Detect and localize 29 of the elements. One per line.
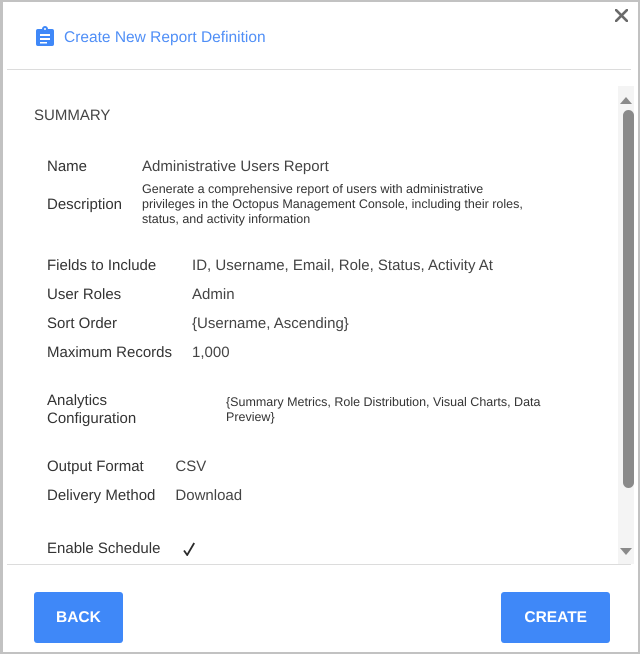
- field-value: CSV: [175, 457, 208, 477]
- field-label: Fields to Include: [47, 256, 158, 276]
- section-heading: SUMMARY: [34, 106, 112, 126]
- field-value: Generate a comprehensive report of users with administrative privileges in the Octopus Management Console, including their roles, status, and activity information: [142, 182, 524, 227]
- field-value: Download: [175, 486, 244, 506]
- field-value: ID, Username, Email, Role, Status, Activity At: [192, 256, 494, 276]
- scroll-up-icon[interactable]: [620, 97, 632, 104]
- field-value: Administrative Users Report: [142, 157, 330, 177]
- field-label: User Roles: [47, 285, 122, 305]
- close-button[interactable]: [615, 9, 628, 22]
- field-label: Analytics Configuration: [47, 392, 138, 428]
- field-value: Admin: [192, 285, 236, 305]
- dialog-button[interactable]: BACK: [34, 592, 123, 643]
- field-label: Enable Schedule: [47, 539, 160, 559]
- field-label: Sort Order: [47, 314, 118, 334]
- scrollbar-thumb[interactable]: [623, 110, 634, 488]
- clipboard-icon: [36, 26, 54, 46]
- field-label: Description: [47, 194, 122, 214]
- field-label: Delivery Method: [47, 486, 156, 506]
- field-label: Maximum Records: [47, 343, 172, 363]
- field-value: {Username, Ascending}: [192, 314, 350, 334]
- field-label: Output Format: [47, 457, 145, 477]
- dialog-button[interactable]: CREATE: [501, 592, 610, 643]
- close-icon: [615, 9, 628, 22]
- scroll-down-icon[interactable]: [620, 548, 632, 555]
- field-value: 1,000: [192, 343, 231, 363]
- dialog-title: Create New Report Definition: [64, 29, 266, 47]
- field-label: Name: [47, 157, 88, 177]
- field-value: {Summary Metrics, Role Distribution, Visual Charts, Data Preview}: [226, 395, 542, 425]
